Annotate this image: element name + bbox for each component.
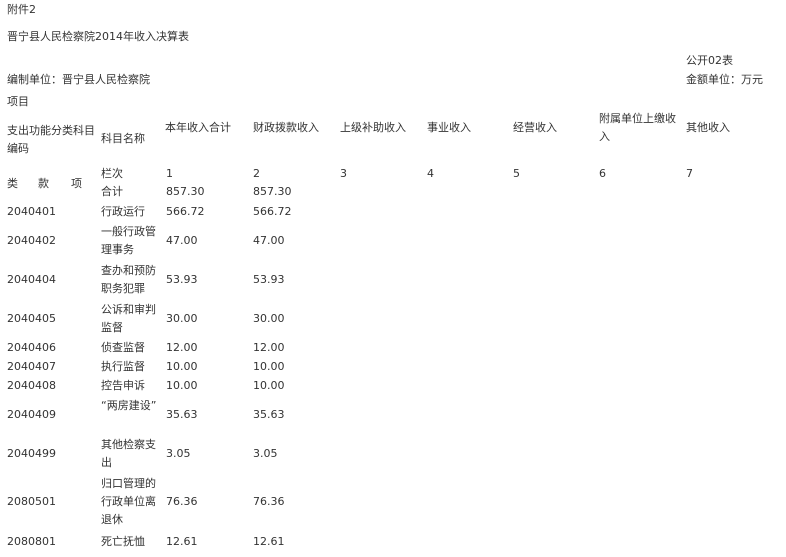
currency-unit: 金额单位：万元 xyxy=(686,73,763,86)
attachment-label: 附件2 xyxy=(7,3,36,16)
row-finance: 35.63 xyxy=(253,408,285,421)
row-name: 死亡抚恤 xyxy=(101,535,145,548)
row-name: 其他检察支出 xyxy=(101,438,156,469)
header-xiang: 项 xyxy=(71,177,82,190)
header-operation: 经营收入 xyxy=(513,121,557,134)
column-number: 5 xyxy=(513,167,520,180)
row-total: 12.61 xyxy=(166,535,198,548)
row-total: 566.72 xyxy=(166,205,205,218)
column-number: 7 xyxy=(686,167,693,180)
total-row-total: 857.30 xyxy=(166,185,205,198)
header-total: 本年收入合计 xyxy=(165,121,231,134)
row-total: 12.00 xyxy=(166,341,198,354)
row-finance: 30.00 xyxy=(253,312,285,325)
row-code: 2040407 xyxy=(7,360,56,373)
row-code: 2080801 xyxy=(7,535,56,548)
row-finance: 3.05 xyxy=(253,447,278,460)
row-total: 76.36 xyxy=(166,495,198,508)
header-finance: 财政拨款收入 xyxy=(253,121,319,134)
row-code: 2040405 xyxy=(7,312,56,325)
row-total: 53.93 xyxy=(166,273,198,286)
row-finance: 12.00 xyxy=(253,341,285,354)
row-name: 行政运行 xyxy=(101,205,145,218)
row-code: 2040408 xyxy=(7,379,56,392)
row-finance: 10.00 xyxy=(253,379,285,392)
row-total: 47.00 xyxy=(166,234,198,247)
row-total: 10.00 xyxy=(166,379,198,392)
row-code: 2040499 xyxy=(7,447,56,460)
row-name: 控告申诉 xyxy=(101,379,145,392)
column-number: 3 xyxy=(340,167,347,180)
total-row-finance: 857.30 xyxy=(253,185,292,198)
row-code: 2040401 xyxy=(7,205,56,218)
header-affiliated: 附属单位上缴收入 xyxy=(599,112,676,143)
row-total: 30.00 xyxy=(166,312,198,325)
column-number: 2 xyxy=(253,167,260,180)
header-subject-name: 科目名称 xyxy=(101,132,145,145)
row-name: 侦查监督 xyxy=(101,341,145,354)
row-name: 一般行政管理事务 xyxy=(101,225,156,256)
row-code: 2040402 xyxy=(7,234,56,247)
form-number: 公开02表 xyxy=(686,54,733,67)
row-name: 归口管理的行政单位离退休 xyxy=(101,477,156,526)
row-code: 2080501 xyxy=(7,495,56,508)
row-total: 35.63 xyxy=(166,408,198,421)
row-name: 查办和预防职务犯罪 xyxy=(101,264,156,295)
header-other: 其他收入 xyxy=(686,121,730,134)
header-func-code: 支出功能分类科目编码 xyxy=(7,124,95,155)
column-number-label: 栏次 xyxy=(101,167,123,180)
row-name: 公诉和审判监督 xyxy=(101,303,156,334)
header-project: 项目 xyxy=(7,95,29,108)
row-finance: 53.93 xyxy=(253,273,285,286)
header-business: 事业收入 xyxy=(427,121,471,134)
row-total: 10.00 xyxy=(166,360,198,373)
row-total: 3.05 xyxy=(166,447,191,460)
header-subsidy: 上级补助收入 xyxy=(340,121,406,134)
column-number: 4 xyxy=(427,167,434,180)
row-code: 2040409 xyxy=(7,408,56,421)
compiling-unit: 编制单位：晋宁县人民检察院 xyxy=(7,73,150,86)
row-finance: 12.61 xyxy=(253,535,285,548)
row-name: 执行监督 xyxy=(101,360,145,373)
row-code: 2040404 xyxy=(7,273,56,286)
total-row-label: 合计 xyxy=(101,185,123,198)
row-code: 2040406 xyxy=(7,341,56,354)
row-finance: 10.00 xyxy=(253,360,285,373)
header-kuan: 款 xyxy=(38,177,49,190)
page-title: 晋宁县人民检察院2014年收入决算表 xyxy=(7,30,189,43)
column-number: 1 xyxy=(166,167,173,180)
header-lei: 类 xyxy=(7,177,18,190)
row-finance: 47.00 xyxy=(253,234,285,247)
row-finance: 566.72 xyxy=(253,205,292,218)
row-finance: 76.36 xyxy=(253,495,285,508)
row-name: “两房建设” xyxy=(101,399,157,412)
column-number: 6 xyxy=(599,167,606,180)
